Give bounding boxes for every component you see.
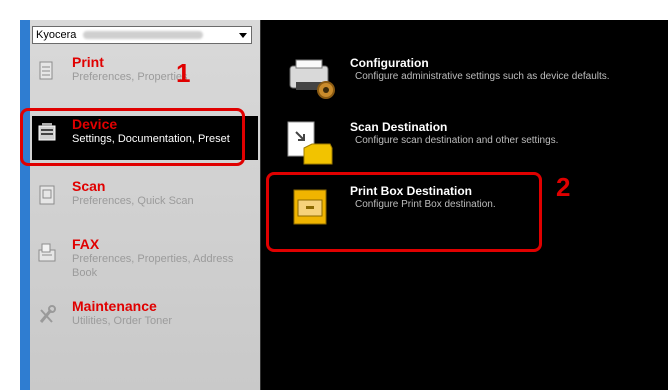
nav-print-title: Print [72,54,104,70]
callout-box-2 [266,172,542,252]
item-configuration[interactable]: Configuration Configure administrative s… [282,56,642,106]
printer-select[interactable]: Kyocera [32,26,252,44]
scan-icon [39,185,55,205]
nav-maintenance-sub: Utilities, Order Toner [72,315,173,327]
blurred-text [83,31,203,39]
item-scan-destination[interactable]: Scan Destination Configure scan destinat… [282,120,642,170]
nav-maintenance[interactable]: Maintenance Utilities, Order Toner [32,298,258,338]
item-scan-destination-desc: Configure scan destination and other set… [355,135,559,146]
callout-number-1: 1 [176,58,191,88]
item-scan-destination-title: Scan Destination [350,120,448,134]
nav-scan[interactable]: Scan Preferences, Quick Scan [32,178,258,224]
nav-fax-title: FAX [72,236,100,252]
nav-fax-sub: Preferences, Properties, Address Book [72,253,234,279]
nav-print-sub: Preferences, Properties [72,71,188,83]
nav-scan-title: Scan [72,178,106,194]
nav-scan-sub: Preferences, Quick Scan [72,195,194,207]
item-configuration-title: Configuration [350,56,429,70]
chevron-down-icon[interactable] [239,33,247,38]
scan-folder-icon [287,121,333,165]
fax-icon [38,243,56,262]
callout-number-2: 2 [556,172,571,202]
nav-maintenance-title: Maintenance [72,298,157,314]
nav-print[interactable]: Print Preferences, Properties [32,54,258,100]
wrench-icon [39,305,56,323]
item-configuration-desc: Configure administrative settings such a… [355,71,610,82]
left-edge [20,20,30,390]
printer-gear-icon [289,59,335,99]
nav-fax[interactable]: FAX Preferences, Properties, Address Boo… [32,236,258,292]
printer-select-value: Kyocera [36,29,77,41]
panel-separator [260,20,261,390]
print-icon [39,61,53,80]
callout-box-1 [20,108,245,166]
